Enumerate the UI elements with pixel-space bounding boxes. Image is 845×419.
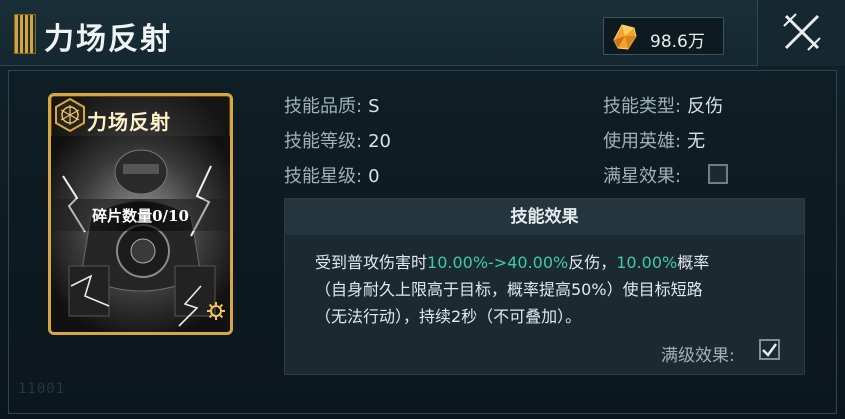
skill-card[interactable]: 力场反射 碎片数量0/10 (48, 93, 233, 335)
page-title: 力场反射 (44, 22, 172, 57)
close-button[interactable] (757, 0, 845, 66)
stat-level-value: 20 (368, 131, 391, 152)
stat-hero-label: 使用英雄: (603, 131, 682, 152)
stat-fullstar: 满星效果: (603, 162, 681, 188)
effect-line-2: （自身耐久上限高于目标，概率提高50%）使目标短路 (315, 280, 703, 299)
fragment-count: 碎片数量0/10 (92, 207, 189, 225)
hexagon-emblem-icon (55, 97, 85, 133)
footer-id: 11001 (18, 381, 66, 397)
title-accent-bar (14, 14, 36, 54)
card-title: 力场反射 (87, 110, 171, 134)
stat-level: 技能等级: 20 (284, 127, 391, 153)
stat-star: 技能星级: 0 (284, 162, 380, 188)
stat-level-label: 技能等级: (284, 131, 363, 152)
crystal-icon (613, 24, 637, 50)
stat-quality: 技能品质: S (284, 92, 380, 118)
effect-line-3: （无法行动），持续2秒（不可叠加）。 (315, 307, 582, 326)
stat-type-value: 反伤 (687, 96, 724, 117)
stat-fullstar-label: 满星效果: (603, 166, 682, 187)
skill-effect-box: 技能效果 受到普攻伤害时10.00%->40.00%反伤，10.00%概率 （自… (284, 198, 805, 375)
full-level-label: 满级效果: (661, 346, 735, 366)
stat-type-label: 技能类型: (603, 96, 682, 117)
stat-hero: 使用英雄: 无 (603, 127, 705, 153)
stat-hero-value: 无 (687, 131, 706, 152)
effect-heading: 技能效果 (285, 199, 804, 235)
header-bar: 力场反射 98.6万 (0, 0, 845, 66)
effect-text: 受到普攻伤害时 (315, 253, 428, 272)
full-level-checkbox[interactable] (759, 339, 780, 360)
effect-highlight: 10.00% (616, 253, 678, 272)
close-icon (783, 13, 821, 51)
robot-illustration (51, 136, 230, 332)
gear-icon (207, 302, 225, 320)
checkmark-icon (762, 343, 778, 357)
stat-star-value: 0 (368, 166, 380, 187)
currency-display[interactable]: 98.6万 (603, 17, 724, 55)
effect-highlight: 10.00%->40.00% (427, 253, 569, 272)
effect-text: 概率 (677, 253, 710, 272)
fullstar-checkbox[interactable] (708, 164, 728, 184)
stat-quality-label: 技能品质: (284, 96, 363, 117)
currency-value: 98.6万 (650, 32, 705, 52)
stat-type: 技能类型: 反伤 (603, 92, 723, 118)
stat-quality-value: S (368, 96, 380, 117)
effect-line-1: 受到普攻伤害时10.00%->40.00%反伤，10.00%概率 (315, 249, 709, 273)
effect-text: 反伤， (568, 253, 617, 272)
stat-star-label: 技能星级: (284, 166, 363, 187)
